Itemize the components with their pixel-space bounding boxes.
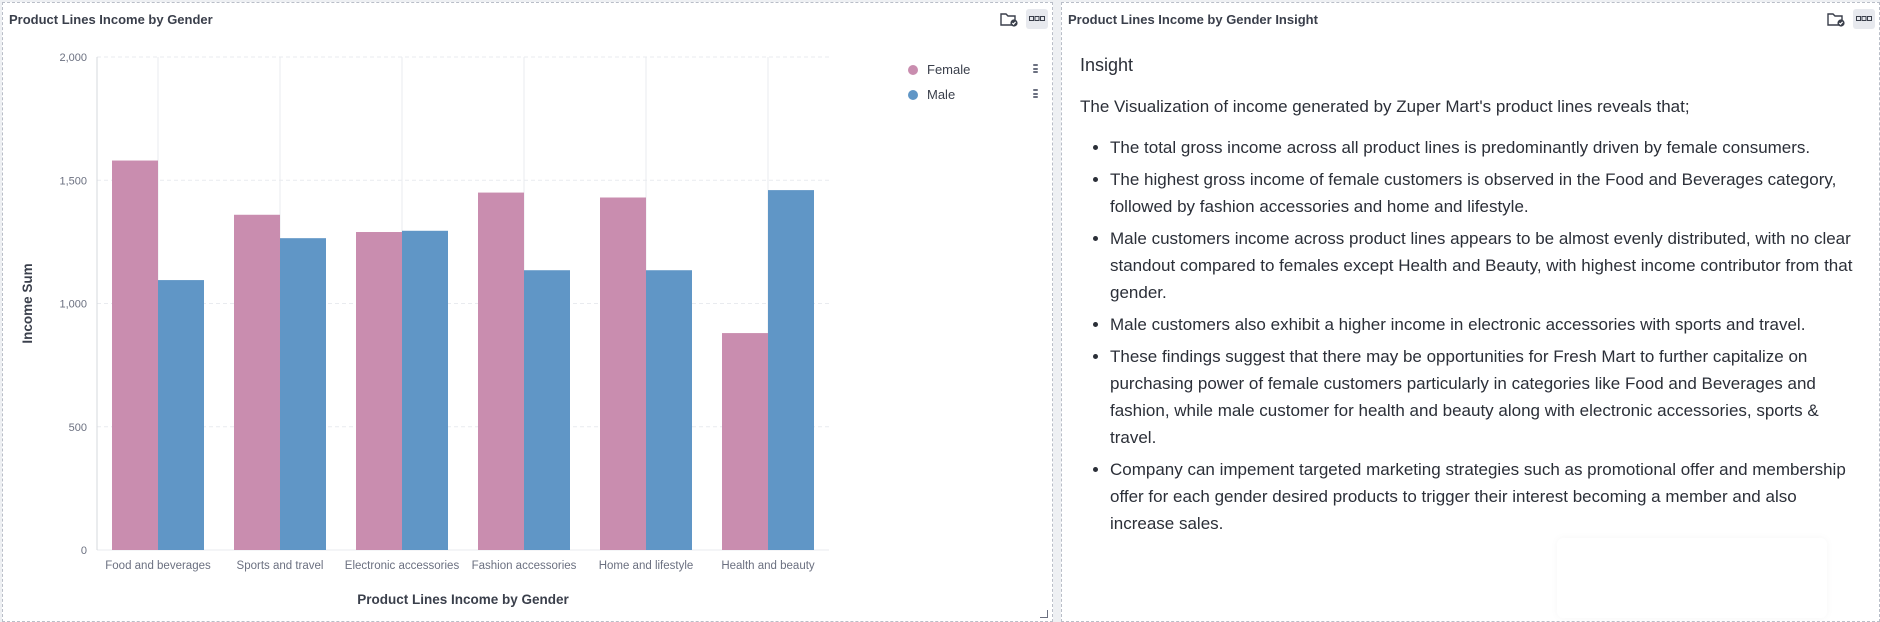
insight-bullet: Male customers also exhibit a higher inc…	[1110, 311, 1860, 338]
legend-menu-icon[interactable]	[1033, 64, 1038, 73]
insight-panel: Product Lines Income by Gender Insight I…	[1061, 2, 1880, 622]
y-axis-title: Income Sum	[20, 263, 35, 343]
legend-label-female: Female	[927, 62, 971, 77]
bar-male	[158, 280, 204, 550]
folder-check-icon[interactable]	[1825, 9, 1847, 29]
insight-list: The total gross income across all produc…	[1080, 134, 1860, 537]
y-tick-label: 500	[69, 422, 87, 434]
x-tick-label: Home and lifestyle	[599, 560, 694, 572]
legend-dot-male	[908, 89, 918, 100]
y-tick-label: 0	[81, 545, 87, 557]
bar-male	[280, 238, 326, 551]
x-tick-label: Fashion accessories	[472, 560, 577, 572]
insight-intro: The Visualization of income generated by…	[1080, 97, 1690, 116]
insight-bullet: These findings suggest that there may be…	[1110, 343, 1860, 451]
bar-male	[646, 270, 692, 550]
legend-item-male[interactable]: Male	[908, 82, 1038, 107]
more-icon[interactable]	[1853, 9, 1875, 29]
bar-male	[402, 230, 448, 550]
x-tick-label: Sports and travel	[237, 560, 324, 572]
drag-ghost-overlay	[1557, 538, 1827, 618]
insight-panel-title: Product Lines Income by Gender Insight	[1068, 12, 1318, 27]
insight-bullet: Male customers income across product lin…	[1110, 225, 1860, 306]
bar-female	[478, 192, 524, 550]
bar-male	[524, 270, 570, 550]
legend-item-female[interactable]: Female	[908, 57, 1038, 82]
bar-female	[600, 197, 646, 550]
legend-dot-female	[908, 64, 918, 75]
legend-label-male: Male	[927, 87, 956, 102]
bar-female	[234, 214, 280, 550]
y-tick-label: 2,000	[59, 52, 87, 64]
bar-male	[768, 190, 814, 551]
insight-content: Insight The Visualization of income gene…	[1080, 55, 1860, 542]
x-tick-label: Health and beauty	[721, 560, 815, 572]
y-tick-label: 1,500	[59, 175, 87, 187]
bar-female	[356, 232, 402, 550]
legend-menu-icon[interactable]	[1033, 89, 1038, 98]
x-tick-label: Electronic accessories	[345, 560, 460, 572]
bar-female	[722, 333, 768, 550]
bar-female	[112, 160, 158, 550]
insight-bullet: Company can impement targeted marketing …	[1110, 456, 1860, 537]
resize-handle-icon[interactable]	[1040, 610, 1048, 618]
chart-legend: Female Male	[908, 57, 1038, 107]
y-tick-label: 1,000	[59, 299, 87, 311]
x-tick-label: Food and beverages	[105, 560, 211, 572]
chart-panel: Product Lines Income by Gender 0 500 1,000…	[2, 2, 1053, 622]
insight-bullet: The total gross income across all produc…	[1110, 134, 1860, 161]
insight-heading: Insight	[1080, 55, 1134, 75]
insight-bullet: The highest gross income of female custo…	[1110, 166, 1860, 220]
x-axis-title: Product Lines Income by Gender	[357, 592, 569, 607]
bar-chart: 0 500 1,000 1,500 2,000 Food and beverages Spo…	[20, 52, 829, 607]
